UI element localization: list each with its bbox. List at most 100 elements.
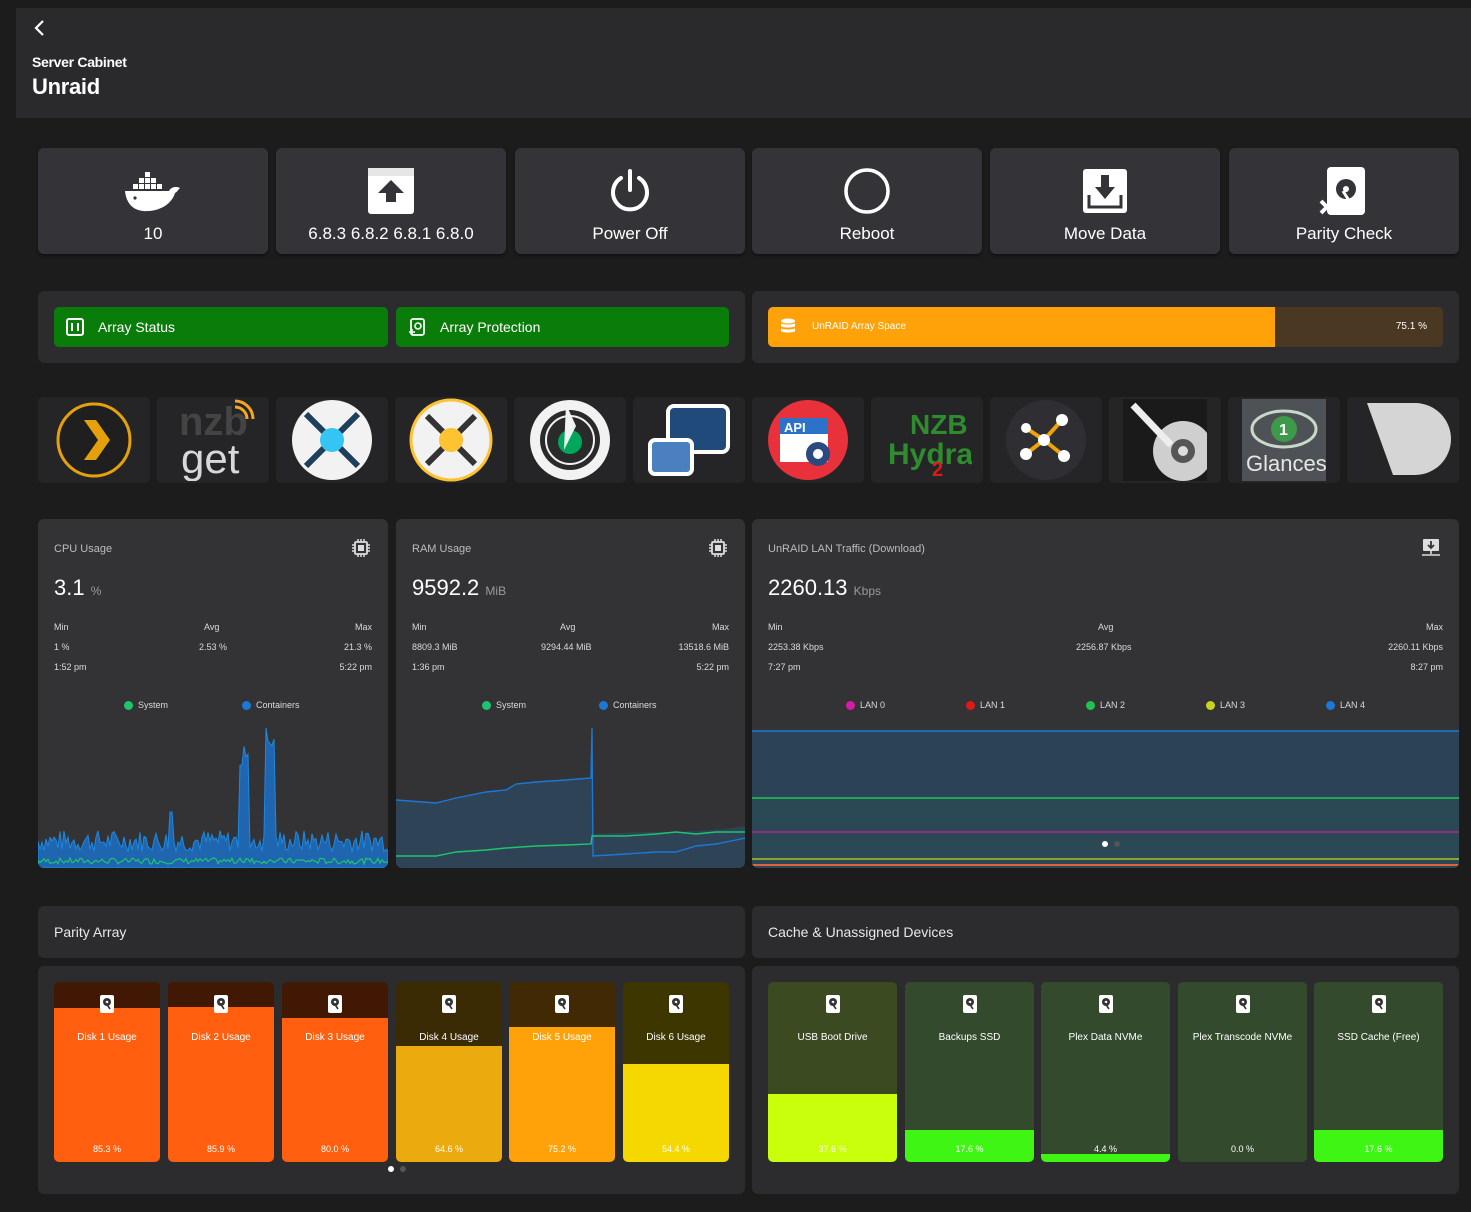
lan-chart-pager[interactable] <box>1102 841 1120 847</box>
d-logo-icon <box>1367 403 1451 475</box>
docker-icon <box>123 166 183 216</box>
parity-check-icon <box>1319 166 1369 216</box>
disk-label: Backups SSD <box>938 1032 1001 1043</box>
svg-text:Hydra: Hydra <box>888 438 972 471</box>
lan-legend-0[interactable]: LAN 0 <box>846 700 885 710</box>
docker-containers-button[interactable]: 10 <box>38 148 268 254</box>
parity-disk-5[interactable]: Disk 5 Usage 75.2 % <box>509 982 615 1162</box>
array-space-label: UnRAID Array Space <box>812 321 906 332</box>
disk-percent: 80.0 % <box>320 1144 350 1154</box>
cache-disk-4[interactable]: Plex Transcode NVMe 0.0 % <box>1178 982 1307 1162</box>
disk-label: SSD Cache (Free) <box>1337 1032 1420 1043</box>
hard-drive-app[interactable] <box>1109 397 1221 483</box>
parity-disk-3[interactable]: Disk 3 Usage 80.0 % <box>282 982 388 1162</box>
plex-icon <box>56 402 132 478</box>
update-os-button[interactable]: 6.8.3 6.8.2 6.8.1 6.8.0 <box>276 148 506 254</box>
lan-min: 2253.38 Kbps <box>768 642 824 652</box>
lidarr-app[interactable] <box>514 397 626 483</box>
reboot-label: Reboot <box>839 224 895 243</box>
sonarr-app[interactable] <box>276 397 388 483</box>
cache-disk-1[interactable]: USB Boot Drive 37.6 % <box>768 982 897 1162</box>
power-off-button[interactable]: Power Off <box>515 148 745 254</box>
cpu-max-label: Max <box>354 622 372 632</box>
lan-legend-4[interactable]: LAN 4 <box>1326 700 1365 710</box>
hard-disk-icon <box>441 994 457 1019</box>
cache-disk-5[interactable]: SSD Cache (Free) 17.6 % <box>1314 982 1443 1162</box>
lan-legend-1[interactable]: LAN 1 <box>966 700 1005 710</box>
nzbget-icon: nzb get <box>179 399 255 481</box>
cpu-avg-label: Avg <box>204 622 220 632</box>
api-gear-icon: API <box>768 400 848 480</box>
hard-disk-icon <box>825 994 841 1019</box>
array-status-label: Array Status <box>98 319 176 335</box>
move-data-label: Move Data <box>1063 224 1147 243</box>
nzbget-app[interactable]: nzb get <box>157 397 269 483</box>
remote-desktop-app[interactable] <box>633 397 745 483</box>
d-app[interactable] <box>1347 397 1459 483</box>
cpu-legend-containers[interactable]: Containers <box>242 700 300 710</box>
move-data-button[interactable]: Move Data <box>990 148 1220 254</box>
glances-app[interactable]: 1 Glances <box>1228 397 1340 483</box>
parity-pager[interactable] <box>388 1166 406 1172</box>
parity-disk-4[interactable]: Disk 4 Usage 64.6 % <box>396 982 502 1162</box>
lan-avg-label: Avg <box>1098 622 1114 632</box>
disk-percent: 85.9 % <box>206 1144 236 1154</box>
disk-percent: 17.6 % <box>955 1144 984 1154</box>
plex-app[interactable] <box>38 397 150 483</box>
svg-text:NZB: NZB <box>910 409 968 440</box>
parity-disk-6[interactable]: Disk 6 Usage 54.4 % <box>623 982 729 1162</box>
array-protection-icon <box>409 318 425 336</box>
cpu-min: 1 % <box>54 642 70 652</box>
parity-check-label: Parity Check <box>1295 224 1393 243</box>
cache-disk-3[interactable]: Plex Data NVMe 4.4 % <box>1041 982 1170 1162</box>
array-protection-button[interactable]: Array Protection <box>396 307 729 347</box>
network-download-icon <box>1422 539 1440 556</box>
parity-check-button[interactable]: Parity Check <box>1229 148 1459 254</box>
hard-disk-icon <box>1098 994 1114 1019</box>
lidarr-icon <box>530 400 610 480</box>
ram-legend-containers[interactable]: Containers <box>599 700 657 710</box>
hard-disk-icon <box>668 994 684 1019</box>
reboot-button[interactable]: Reboot <box>752 148 982 254</box>
disk-label: Disk 6 Usage <box>646 1032 706 1043</box>
array-space-bar: UnRAID Array Space 75.1 % <box>768 307 1443 347</box>
disk-label: Disk 3 Usage <box>305 1032 365 1043</box>
api-app[interactable]: API <box>752 397 864 483</box>
cpu-legend-system[interactable]: System <box>124 700 168 710</box>
disk-label: Disk 4 Usage <box>419 1032 479 1043</box>
disk-percent: 17.6 % <box>1364 1144 1393 1154</box>
nzbhydra-app[interactable]: NZB Hydra 2 <box>871 397 983 483</box>
disk-percent: 0.0 % <box>1230 1144 1254 1154</box>
parity-disk-2[interactable]: Disk 2 Usage 85.9 % <box>168 982 274 1162</box>
ram-title: RAM Usage <box>412 543 472 555</box>
page-subtitle: Server Cabinet <box>32 54 127 70</box>
ram-legend-system[interactable]: System <box>482 700 526 710</box>
cpu-avg: 2.53 % <box>199 642 228 652</box>
move-data-icon <box>1081 166 1129 216</box>
cpu-min-time: 1:52 pm <box>54 662 87 672</box>
radarr-icon <box>409 398 493 482</box>
hard-disk-icon <box>962 994 978 1019</box>
lan-legend-2[interactable]: LAN 2 <box>1086 700 1125 710</box>
disk-label: Plex Data NVMe <box>1068 1032 1143 1043</box>
sonarr-icon <box>292 400 372 480</box>
ram-max-label: Max <box>711 622 729 632</box>
disk-label: USB Boot Drive <box>797 1032 868 1043</box>
array-status-button[interactable]: Array Status <box>54 307 388 347</box>
lan-max: 2260.11 Kbps <box>1388 642 1443 652</box>
radarr-app[interactable] <box>395 397 507 483</box>
parity-disk-1[interactable]: Disk 1 Usage 85.3 % <box>54 982 160 1162</box>
disk-percent: 64.6 % <box>434 1144 464 1154</box>
disk-label: Plex Transcode NVMe <box>1192 1032 1293 1043</box>
lan-legend-3[interactable]: LAN 3 <box>1206 700 1245 710</box>
lan-value: 2260.13 Kbps <box>768 575 882 600</box>
graph-network-app[interactable] <box>990 397 1102 483</box>
ram-value: 9592.2 MiB <box>412 575 507 600</box>
array-protection-label: Array Protection <box>440 319 541 335</box>
ram-chart <box>396 728 745 868</box>
disk-label: Disk 5 Usage <box>532 1032 592 1043</box>
back-arrow-icon[interactable] <box>30 18 50 38</box>
memory-chip-icon <box>709 539 727 557</box>
svg-text:get: get <box>181 435 240 481</box>
cache-disk-2[interactable]: Backups SSD 17.6 % <box>905 982 1034 1162</box>
